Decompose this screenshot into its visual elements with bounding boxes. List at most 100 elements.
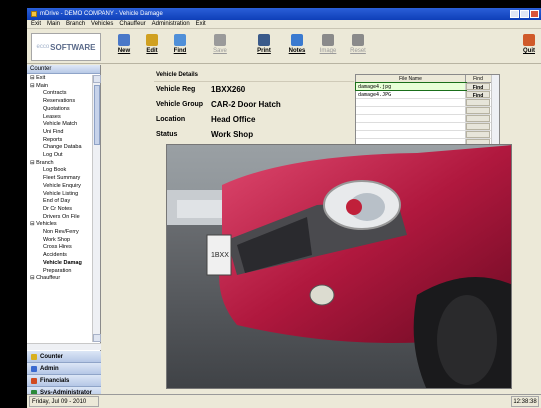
tree-group[interactable]: ⊟ Branch — [27, 160, 93, 168]
menu-branch[interactable]: Branch — [66, 20, 85, 28]
find-button[interactable]: Find — [466, 83, 490, 91]
sidebar-hscrollbar[interactable] — [27, 343, 101, 350]
tree-item[interactable]: Cross Hires — [27, 244, 93, 252]
tree-item-label: Cross Hires — [43, 244, 72, 251]
sidebar-header: Counter — [27, 65, 100, 74]
nav-button-counter[interactable]: Counter — [27, 351, 101, 363]
tree-item[interactable]: Drivers On File — [27, 214, 93, 222]
navigation-tree: ⊟ Exit ⊟ Main Contracts Reservations Quotati… — [27, 75, 93, 342]
tree-item[interactable]: Leases — [27, 114, 93, 122]
file-name-cell[interactable] — [356, 99, 466, 106]
toolbar-find-button[interactable]: Find — [167, 34, 193, 54]
menu-exit[interactable]: Exit — [31, 20, 41, 28]
toolbar-notes-button[interactable]: Notes — [284, 34, 310, 54]
file-name-cell[interactable] — [356, 115, 466, 122]
tree-group[interactable]: ⊟ Vehicles — [27, 221, 93, 229]
main-window: mDrive - DEMO COMPANY - Vehicle Damage E… — [27, 8, 541, 408]
tree-item-label: Reservations — [43, 98, 76, 105]
tree-item[interactable]: Vehicle Enquiry — [27, 183, 93, 191]
tree-item[interactable]: Contracts — [27, 90, 93, 98]
nav-button-financials[interactable]: Financials — [27, 375, 101, 387]
tree-item-label: Leases — [43, 113, 61, 120]
find-button[interactable] — [466, 123, 490, 130]
toolbar-edit-button[interactable]: Edit — [139, 34, 165, 54]
tree-item[interactable]: Vehicle Match — [27, 121, 93, 129]
find-button[interactable]: Find — [466, 91, 490, 99]
tree-item[interactable]: Non Rev/Ferry — [27, 229, 93, 237]
file-name-cell[interactable] — [356, 107, 466, 114]
find-button[interactable] — [466, 99, 490, 106]
tree-item[interactable]: Vehicle Listing — [27, 191, 93, 199]
toolbar-label: Print — [257, 48, 271, 54]
file-name-cell[interactable]: damage4.jpg — [355, 82, 467, 91]
toolbar-print-button[interactable]: Print — [251, 34, 277, 54]
status-bar: Friday, Jul 09 - 2010 12:38:38 — [27, 394, 541, 408]
tree-item[interactable]: Change Databa — [27, 144, 93, 152]
tree-item[interactable]: Quotations — [27, 106, 93, 114]
file-row[interactable] — [356, 99, 499, 107]
toolbar-quit-button[interactable]: Quit — [516, 34, 541, 54]
toolbar-image-button[interactable]: Image — [315, 34, 341, 54]
file-row[interactable]: damage4.JPG Find — [356, 91, 499, 99]
toolbar-save-button[interactable]: Save — [207, 34, 233, 54]
tree-item[interactable]: Reservations — [27, 98, 93, 106]
toolbar-label: Reset — [350, 48, 366, 54]
menu-administration[interactable]: Administration — [152, 20, 190, 28]
menu-exit-2[interactable]: Exit — [196, 20, 206, 28]
minimize-button[interactable] — [510, 10, 519, 18]
tree-item-label: Exit — [36, 75, 46, 81]
tree-item[interactable]: Reports — [27, 137, 93, 145]
sidebar-scrollbar[interactable] — [92, 75, 101, 342]
file-name-cell[interactable] — [356, 131, 466, 138]
file-grid-header: File Name Find — [356, 75, 499, 83]
tree-item-label: Accidents — [43, 252, 67, 259]
menu-vehicles[interactable]: Vehicles — [91, 20, 113, 28]
tree-item[interactable]: Accidents — [27, 252, 93, 260]
nav-button-admin[interactable]: Admin — [27, 363, 101, 375]
quit-icon — [523, 34, 535, 46]
toolbar-new-button[interactable]: New — [111, 34, 137, 54]
file-grid-scrollbar[interactable] — [491, 75, 499, 149]
tree-item[interactable]: Uni Find — [27, 129, 93, 137]
file-row[interactable] — [356, 115, 499, 123]
logo-text: SOFTWARE — [50, 42, 96, 52]
tree-group[interactable]: ⊟ Main — [27, 83, 93, 91]
tree-item[interactable]: Fleet Summary — [27, 175, 93, 183]
tree-item[interactable]: End of Day — [27, 198, 93, 206]
tree-item[interactable]: Preparation — [27, 268, 93, 276]
tree-group[interactable]: ⊟ Exit — [27, 75, 93, 83]
tree-item[interactable]: Work Shop — [27, 237, 93, 245]
tree-item-label: Vehicles — [36, 221, 57, 228]
detail-label: Location — [156, 116, 186, 123]
tree-item-label: Uni Find — [43, 128, 64, 135]
file-row[interactable]: damage4.jpg Find — [355, 82, 499, 91]
find-button[interactable] — [466, 107, 490, 114]
find-button[interactable] — [466, 131, 490, 138]
detail-value: Work Shop — [211, 130, 254, 139]
file-row[interactable] — [356, 107, 499, 115]
tree-item[interactable]: Log Book — [27, 167, 93, 175]
close-button[interactable] — [530, 10, 539, 18]
menu-chauffeur[interactable]: Chauffeur — [119, 20, 145, 28]
scroll-thumb[interactable] — [94, 85, 100, 145]
maximize-button[interactable] — [520, 10, 529, 18]
logo-prefix: ecco — [36, 44, 50, 50]
file-row[interactable] — [356, 131, 499, 139]
scroll-up-arrow-icon[interactable] — [93, 75, 101, 83]
tree-item[interactable]: Dr Cr Notes — [27, 206, 93, 214]
toolbar-reset-button[interactable]: Reset — [345, 34, 371, 54]
tree-group[interactable]: ⊟ Chauffeur — [27, 275, 93, 283]
find-button[interactable] — [466, 115, 490, 122]
app-icon — [31, 11, 37, 17]
scroll-down-arrow-icon[interactable] — [93, 334, 101, 342]
tree-item[interactable]: Log Out — [27, 152, 93, 160]
file-row[interactable] — [356, 123, 499, 131]
file-name-cell[interactable] — [356, 123, 466, 130]
save-icon — [214, 34, 226, 46]
file-name-cell[interactable]: damage4.JPG — [356, 91, 466, 98]
tree-item[interactable]: Vehicle Damag — [27, 260, 93, 268]
menu-main[interactable]: Main — [47, 20, 60, 28]
detail-value: CAR-2 Door Hatch — [211, 100, 281, 109]
tree-item-label: Log Book — [43, 167, 67, 174]
detail-value: Head Office — [211, 115, 256, 124]
